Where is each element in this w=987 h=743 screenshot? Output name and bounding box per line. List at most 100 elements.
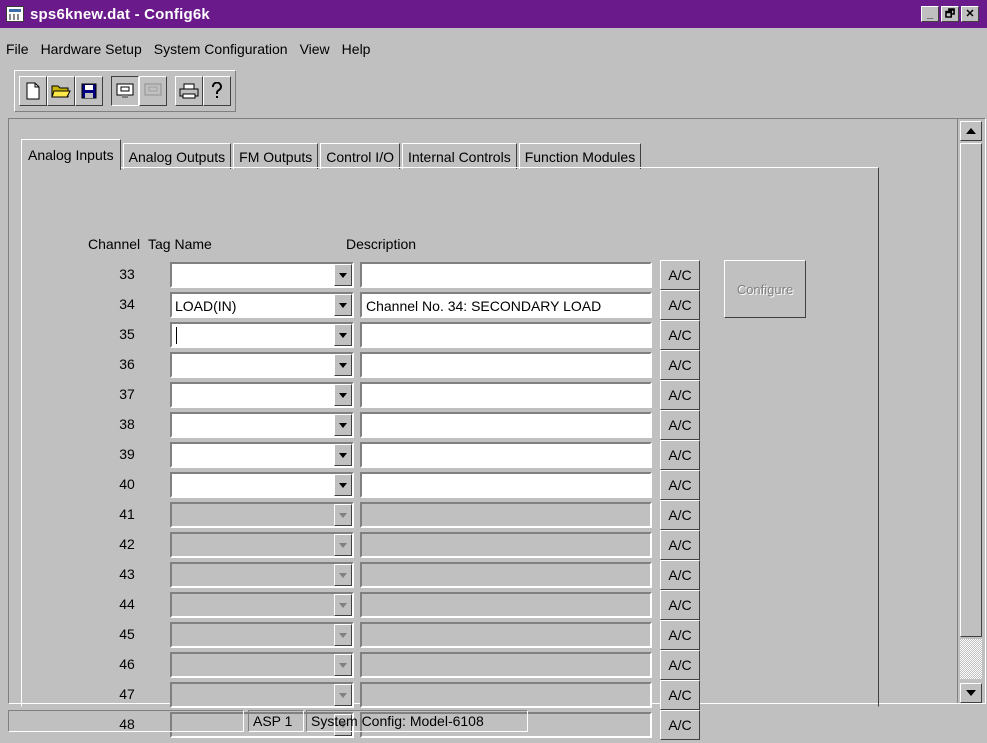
ac-button[interactable]: A/C: [660, 320, 700, 350]
tag-name-combobox[interactable]: [170, 622, 354, 648]
minimize-button[interactable]: _: [921, 6, 939, 22]
configure-button[interactable]: Configure: [724, 260, 806, 318]
scroll-up-button[interactable]: [960, 121, 982, 141]
dropdown-button[interactable]: [334, 414, 352, 436]
monitor-button[interactable]: [111, 76, 139, 106]
arrow-up-icon: [966, 128, 976, 134]
tag-name-combobox[interactable]: [170, 682, 354, 708]
tab-analog-outputs[interactable]: Analog Outputs: [122, 143, 232, 169]
description-field[interactable]: [360, 322, 652, 348]
tag-name-combobox[interactable]: [170, 382, 354, 408]
tag-name-combobox[interactable]: [170, 442, 354, 468]
menu-hardware-setup[interactable]: Hardware Setup: [35, 41, 148, 57]
tab-strip: Analog Inputs Analog Outputs FM Outputs …: [21, 137, 643, 170]
tag-name-combobox[interactable]: [170, 322, 354, 348]
menu-view[interactable]: View: [294, 41, 336, 57]
menu-system-configuration[interactable]: System Configuration: [148, 41, 294, 57]
channel-number: 47: [119, 686, 135, 702]
description-field[interactable]: [360, 532, 652, 558]
dropdown-button[interactable]: [334, 534, 352, 556]
new-file-button[interactable]: [19, 76, 47, 106]
dropdown-button[interactable]: [334, 294, 352, 316]
disabled-monitor-button[interactable]: [139, 76, 167, 106]
tab-internal-controls[interactable]: Internal Controls: [401, 143, 517, 169]
dropdown-button[interactable]: [334, 504, 352, 526]
dropdown-button[interactable]: [334, 624, 352, 646]
channel-number: 42: [119, 536, 135, 552]
monitor-icon: [116, 83, 134, 98]
close-button[interactable]: ✕: [961, 6, 979, 22]
ac-button[interactable]: A/C: [660, 350, 700, 380]
tag-name-combobox[interactable]: [170, 412, 354, 438]
description-field[interactable]: [360, 592, 652, 618]
tab-control-io[interactable]: Control I/O: [320, 143, 400, 169]
ac-button[interactable]: A/C: [660, 440, 700, 470]
dropdown-button[interactable]: [334, 264, 352, 286]
description-field[interactable]: [360, 352, 652, 378]
menu-help[interactable]: Help: [336, 41, 377, 57]
title-bar[interactable]: sps6knew.dat - Config6k _ 🗗 ✕: [0, 0, 987, 28]
tag-name-combobox[interactable]: [170, 262, 354, 288]
tag-name-combobox[interactable]: [170, 592, 354, 618]
scroll-down-button[interactable]: [960, 683, 982, 703]
description-field[interactable]: [360, 472, 652, 498]
tag-name-combobox[interactable]: [170, 472, 354, 498]
scroll-thumb[interactable]: [960, 143, 982, 637]
status-bar: ASP 1 System Config: Model-6108: [0, 708, 987, 734]
description-field[interactable]: [360, 502, 652, 528]
chevron-down-icon: [339, 602, 347, 608]
ac-button[interactable]: A/C: [660, 560, 700, 590]
dropdown-button[interactable]: [334, 384, 352, 406]
description-field[interactable]: [360, 262, 652, 288]
dropdown-button[interactable]: [334, 594, 352, 616]
ac-button[interactable]: A/C: [660, 680, 700, 710]
description-field[interactable]: [360, 562, 652, 588]
tab-function-modules[interactable]: Function Modules: [518, 143, 642, 169]
text-caret: [176, 327, 177, 344]
ac-button[interactable]: A/C: [660, 530, 700, 560]
ac-button[interactable]: A/C: [660, 590, 700, 620]
ac-button[interactable]: A/C: [660, 290, 700, 320]
description-field[interactable]: [360, 442, 652, 468]
description-field[interactable]: [360, 622, 652, 648]
new-file-icon: [26, 82, 40, 100]
ac-button[interactable]: A/C: [660, 620, 700, 650]
help-button[interactable]: [203, 76, 231, 106]
print-button[interactable]: [175, 76, 203, 106]
ac-button[interactable]: A/C: [660, 380, 700, 410]
ac-button[interactable]: A/C: [660, 470, 700, 500]
tag-name-combobox[interactable]: [170, 652, 354, 678]
tag-name-combobox[interactable]: LOAD(IN): [170, 292, 354, 318]
description-value: Channel No. 34: SECONDARY LOAD: [366, 298, 602, 314]
ac-button[interactable]: A/C: [660, 260, 700, 290]
tag-name-combobox[interactable]: [170, 532, 354, 558]
description-field[interactable]: [360, 652, 652, 678]
dropdown-button[interactable]: [334, 684, 352, 706]
scroll-track[interactable]: [960, 639, 982, 679]
description-field[interactable]: [360, 682, 652, 708]
save-button[interactable]: [75, 76, 103, 106]
ac-button[interactable]: A/C: [660, 650, 700, 680]
dropdown-button[interactable]: [334, 474, 352, 496]
tag-name-combobox[interactable]: [170, 562, 354, 588]
tab-fm-outputs[interactable]: FM Outputs: [233, 143, 319, 169]
dropdown-button[interactable]: [334, 324, 352, 346]
vertical-scrollbar[interactable]: [957, 119, 985, 703]
dropdown-button[interactable]: [334, 654, 352, 676]
tag-name-combobox[interactable]: [170, 352, 354, 378]
dropdown-button[interactable]: [334, 444, 352, 466]
channel-number: 36: [119, 356, 135, 372]
ac-button[interactable]: A/C: [660, 500, 700, 530]
ac-button[interactable]: A/C: [660, 410, 700, 440]
dropdown-button[interactable]: [334, 354, 352, 376]
channel-number: 46: [119, 656, 135, 672]
tab-analog-inputs[interactable]: Analog Inputs: [21, 139, 121, 170]
open-file-button[interactable]: [47, 76, 75, 106]
menu-file[interactable]: File: [0, 41, 35, 57]
description-field[interactable]: [360, 412, 652, 438]
tag-name-combobox[interactable]: [170, 502, 354, 528]
description-field[interactable]: [360, 382, 652, 408]
restore-button[interactable]: 🗗: [941, 6, 959, 22]
description-field[interactable]: Channel No. 34: SECONDARY LOAD: [360, 292, 652, 318]
dropdown-button[interactable]: [334, 564, 352, 586]
